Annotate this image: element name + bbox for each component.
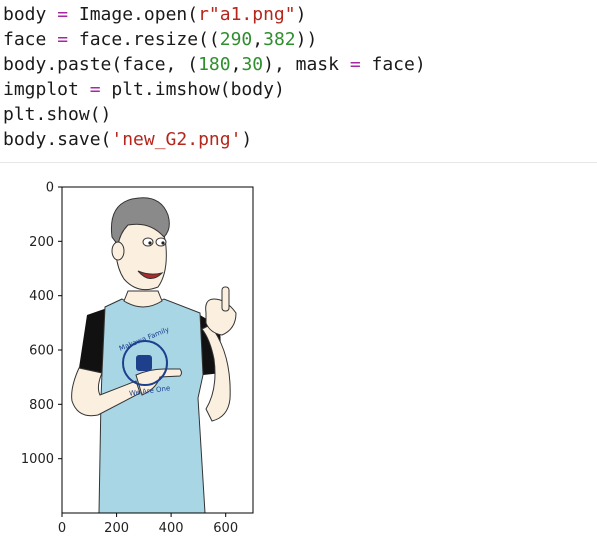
neck: [123, 290, 163, 308]
y-tick-label: 200: [29, 235, 54, 250]
x-tick-label: 600: [213, 521, 238, 536]
output-area: Makawa Family We Are One 0 200 400 600 8…: [0, 163, 597, 538]
code-line-1: body = Image.open(r"a1.png"): [3, 4, 307, 25]
pupil-right: [161, 241, 165, 245]
x-axis: 0 200 400 600: [58, 513, 238, 536]
ear: [111, 241, 125, 261]
x-tick-label: 200: [104, 521, 129, 536]
y-tick-label: 600: [29, 344, 54, 359]
code-line-5: plt.show(): [3, 104, 112, 125]
code-line-4: imgplot = plt.imshow(body): [3, 79, 285, 100]
code-line-2: face = face.resize((290,382)): [3, 29, 318, 50]
y-tick-label: 800: [29, 398, 54, 413]
eye-right: [155, 237, 167, 247]
y-tick-label: 1000: [21, 452, 54, 467]
pupil-left: [148, 241, 152, 245]
eye-left: [142, 237, 154, 247]
y-tick-label: 0: [46, 181, 54, 196]
y-tick-label: 400: [29, 289, 54, 304]
code-line-3: body.paste(face, (180,30), mask = face): [3, 54, 426, 75]
code-line-6: body.save('new_G2.png'): [3, 129, 253, 150]
x-tick-label: 0: [58, 521, 66, 536]
imshow-plot: Makawa Family We Are One 0 200 400 600 8…: [21, 181, 254, 536]
x-tick-label: 400: [159, 521, 184, 536]
code-cell[interactable]: body = Image.open(r"a1.png") face = face…: [0, 0, 597, 163]
raised-finger: [221, 286, 230, 312]
logo-hand-icon: [136, 355, 152, 371]
y-axis: 0 200 400 600 800 1000: [21, 181, 62, 467]
